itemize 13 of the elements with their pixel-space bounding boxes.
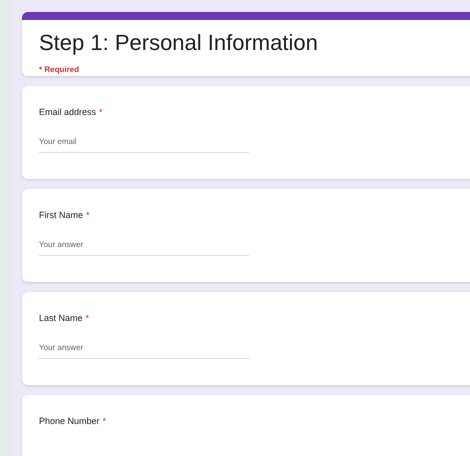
answer-field[interactable]: Your answer	[39, 238, 249, 256]
required-asterisk: *	[102, 415, 106, 428]
question-label: Phone Number	[39, 415, 100, 428]
answer-field[interactable]: Your answer	[39, 342, 249, 358]
question-label: Email address	[39, 106, 96, 119]
required-note: * Required	[39, 64, 80, 76]
answer-field[interactable]: Your email	[39, 136, 249, 152]
required-asterisk: *	[86, 209, 90, 222]
required-asterisk: *	[86, 312, 90, 325]
question-label: First Name	[39, 209, 84, 222]
question-label: Last Name	[39, 312, 83, 325]
form-title: Step 1: Personal Information	[39, 29, 319, 57]
required-asterisk: *	[99, 106, 103, 119]
